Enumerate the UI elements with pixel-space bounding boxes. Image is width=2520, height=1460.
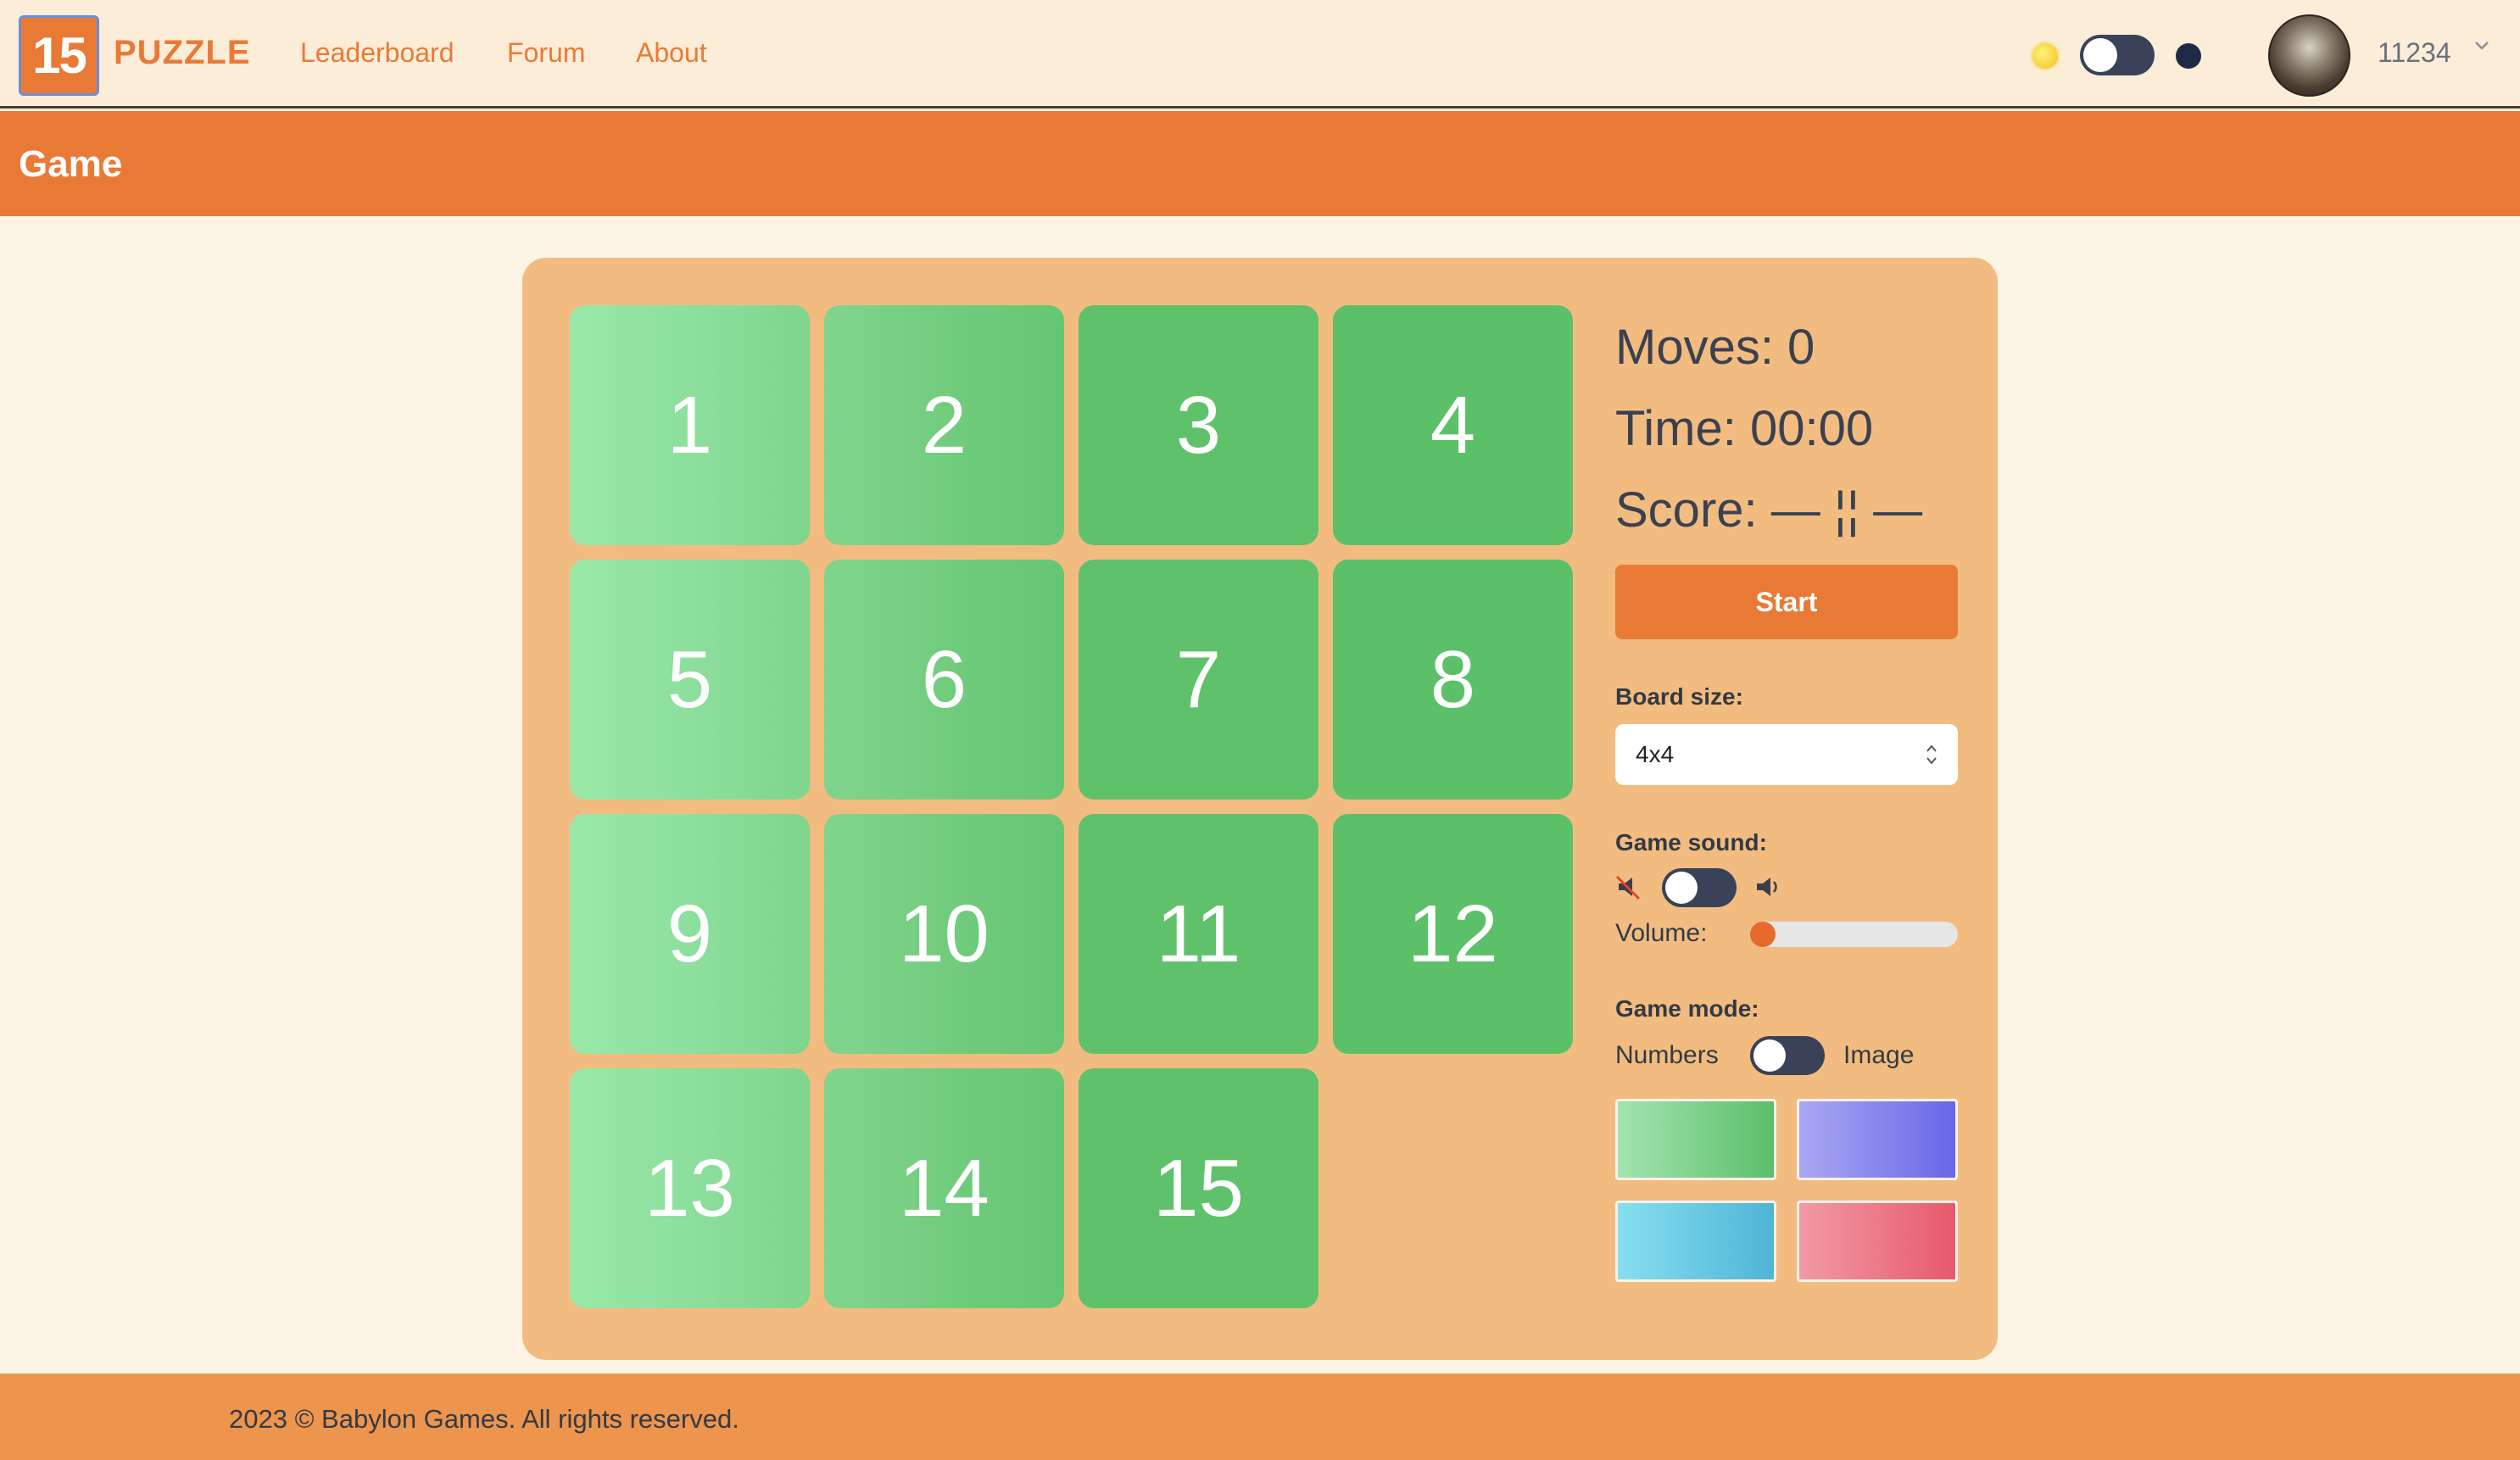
sun-icon xyxy=(2032,43,2058,69)
puzzle-tile[interactable]: 12 xyxy=(1333,814,1573,1054)
theme-toggle[interactable] xyxy=(2080,35,2155,75)
mode-numbers-label: Numbers xyxy=(1615,1041,1719,1069)
puzzle-tile[interactable]: 14 xyxy=(824,1068,1064,1308)
puzzle-tile[interactable]: 10 xyxy=(824,814,1064,1054)
avatar[interactable] xyxy=(2268,14,2350,97)
mode-image-label: Image xyxy=(1843,1041,1915,1069)
nav-link-leaderboard[interactable]: Leaderboard xyxy=(300,37,454,69)
puzzle-tile[interactable]: 15 xyxy=(1079,1068,1319,1308)
nav-link-about[interactable]: About xyxy=(636,37,707,69)
page-header: Game xyxy=(0,111,2520,216)
puzzle-tile[interactable]: 6 xyxy=(824,560,1064,800)
board-size-select[interactable]: 4x4 xyxy=(1615,724,1958,785)
puzzle-tile[interactable]: 11 xyxy=(1079,814,1319,1054)
moves-counter: Moves: 0 xyxy=(1615,320,1815,375)
puzzle-tile[interactable]: 9 xyxy=(570,814,810,1054)
toggle-knob xyxy=(1753,1039,1786,1072)
mute-speaker-icon[interactable] xyxy=(1614,872,1644,902)
select-updown-icon xyxy=(1926,744,1937,765)
username[interactable]: 11234 xyxy=(2378,37,2451,69)
game-mode-label: Game mode: xyxy=(1615,995,1759,1022)
board-size-value: 4x4 xyxy=(1636,741,1675,767)
logo-icon[interactable]: 15 xyxy=(19,15,99,96)
puzzle-tile[interactable]: 5 xyxy=(570,560,810,800)
page-title: Game xyxy=(19,143,123,185)
color-swatch-blue[interactable] xyxy=(1615,1201,1776,1282)
volume-slider[interactable] xyxy=(1750,922,1958,947)
game-sound-label: Game sound: xyxy=(1615,829,1767,855)
puzzle-tile[interactable]: 3 xyxy=(1079,305,1319,545)
logo-text[interactable]: PUZZLE xyxy=(114,34,251,72)
nav-link-forum[interactable]: Forum xyxy=(507,37,585,69)
color-swatch-purple[interactable] xyxy=(1797,1099,1958,1180)
color-swatch-red[interactable] xyxy=(1797,1201,1958,1282)
footer: 2023 © Babylon Games. All rights reserve… xyxy=(0,1374,2520,1460)
top-nav-bar: 15 PUZZLE Leaderboard Forum About 11234 xyxy=(0,0,2520,109)
score: Score: — ¦¦ — xyxy=(1615,482,1923,538)
puzzle-tile[interactable]: 4 xyxy=(1333,305,1573,545)
moon-icon xyxy=(2176,43,2201,69)
board-size-label: Board size: xyxy=(1615,683,1743,710)
game-sound-toggle[interactable] xyxy=(1662,868,1737,907)
puzzle-tile[interactable]: 8 xyxy=(1333,560,1573,800)
puzzle-tile[interactable]: 7 xyxy=(1079,560,1319,800)
color-swatch-green[interactable] xyxy=(1615,1099,1776,1180)
puzzle-tile[interactable]: 1 xyxy=(570,305,810,545)
puzzle-tile[interactable]: 13 xyxy=(570,1068,810,1308)
volume-label: Volume: xyxy=(1615,919,1708,947)
chevron-down-icon[interactable] xyxy=(2473,37,2490,54)
speaker-icon[interactable] xyxy=(1753,872,1784,902)
volume-slider-thumb[interactable] xyxy=(1750,922,1776,947)
puzzle-tile[interactable]: 2 xyxy=(824,305,1064,545)
toggle-knob xyxy=(2083,38,2117,72)
toggle-knob xyxy=(1665,872,1698,904)
game-panel: 1 2 3 4 5 6 7 8 9 10 11 12 13 14 15 Moves: 0 Time: 00:… xyxy=(522,258,1998,1360)
start-button[interactable]: Start xyxy=(1615,565,1958,639)
footer-copyright: 2023 © Babylon Games. All rights reserve… xyxy=(229,1404,739,1434)
timer: Time: 00:00 xyxy=(1615,401,1874,456)
game-mode-toggle[interactable] xyxy=(1750,1036,1825,1075)
